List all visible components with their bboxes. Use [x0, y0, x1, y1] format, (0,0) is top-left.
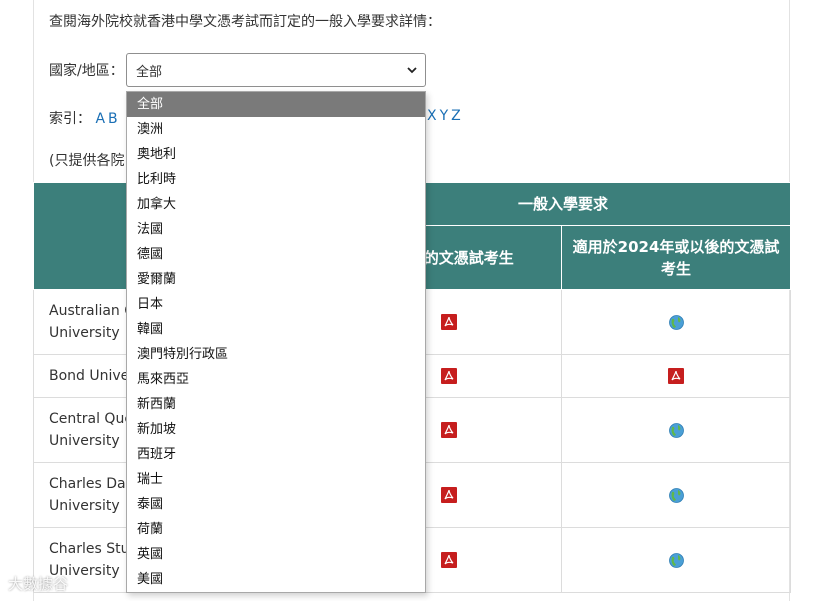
- index-label: 索引：: [49, 111, 91, 127]
- note-text: (只提供各院: [49, 153, 125, 169]
- country-select[interactable]: 全部: [126, 53, 426, 87]
- dropdown-option[interactable]: 英國: [127, 542, 425, 567]
- index-letter-z[interactable]: Z: [451, 108, 461, 124]
- dropdown-option[interactable]: 泰國: [127, 492, 425, 517]
- dropdown-option[interactable]: 韓國: [127, 317, 425, 342]
- country-filter-row: 國家/地區：: [49, 53, 130, 87]
- dropdown-option[interactable]: 新西蘭: [127, 392, 425, 417]
- globe-icon[interactable]: [668, 314, 684, 330]
- index-letter-a[interactable]: A: [95, 111, 105, 127]
- dropdown-option[interactable]: 加拿大: [127, 192, 425, 217]
- index-letters-start: AB: [95, 111, 120, 127]
- dropdown-option[interactable]: 澳門特別行政區: [127, 342, 425, 367]
- after-2024-cell: [561, 462, 792, 528]
- header-2024-onwards: 適用於2024年或以後的文憑試考生: [561, 225, 792, 290]
- intro-text: 查閱海外院校就香港中學文憑考試而訂定的一般入學要求詳情：: [49, 14, 441, 30]
- dropdown-option[interactable]: 愛爾蘭: [127, 267, 425, 292]
- dropdown-option[interactable]: 奧地利: [127, 142, 425, 167]
- pdf-icon[interactable]: [440, 368, 457, 384]
- globe-icon[interactable]: [668, 487, 684, 503]
- dropdown-option[interactable]: 荷蘭: [127, 517, 425, 542]
- pdf-icon[interactable]: [440, 487, 457, 503]
- dropdown-option[interactable]: 瑞士: [127, 467, 425, 492]
- pdf-icon[interactable]: [440, 552, 457, 568]
- alphabet-index: 索引： AB: [49, 108, 121, 128]
- after-2024-cell: [561, 289, 792, 355]
- dropdown-option[interactable]: 新加坡: [127, 417, 425, 442]
- after-2024-cell: [561, 397, 792, 463]
- index-letters-end: XYZ: [427, 108, 464, 124]
- after-2024-cell: [561, 527, 792, 593]
- country-dropdown-list[interactable]: 全部 澳洲 奧地利 比利時 加拿大 法國 德國 愛爾蘭 日本 韓國 澳門特別行政區 馬來西亞 新西蘭 新加…: [126, 91, 426, 593]
- pdf-icon[interactable]: [440, 314, 457, 330]
- watermark: 大數據谷: [8, 575, 69, 593]
- dropdown-option[interactable]: 澳洲: [127, 117, 425, 142]
- dropdown-option[interactable]: 西班牙: [127, 442, 425, 467]
- chevron-down-icon: [407, 67, 417, 74]
- index-letter-b[interactable]: B: [108, 111, 118, 127]
- globe-icon[interactable]: [668, 422, 684, 438]
- after-2024-cell: [561, 354, 792, 398]
- index-letter-y[interactable]: Y: [440, 108, 449, 124]
- dropdown-option[interactable]: 比利時: [127, 167, 425, 192]
- dropdown-option[interactable]: 德國: [127, 242, 425, 267]
- pdf-icon[interactable]: [440, 422, 457, 438]
- country-select-value: 全部: [136, 64, 163, 80]
- index-letter-x[interactable]: X: [427, 108, 437, 124]
- dropdown-option[interactable]: 日本: [127, 292, 425, 317]
- pdf-icon[interactable]: [668, 368, 685, 384]
- dropdown-option[interactable]: 全部: [127, 92, 425, 117]
- globe-icon[interactable]: [668, 552, 684, 568]
- dropdown-option[interactable]: 美國: [127, 567, 425, 592]
- dropdown-option[interactable]: 馬來西亞: [127, 367, 425, 392]
- country-filter-label: 國家/地區：: [49, 63, 124, 79]
- dropdown-option[interactable]: 法國: [127, 217, 425, 242]
